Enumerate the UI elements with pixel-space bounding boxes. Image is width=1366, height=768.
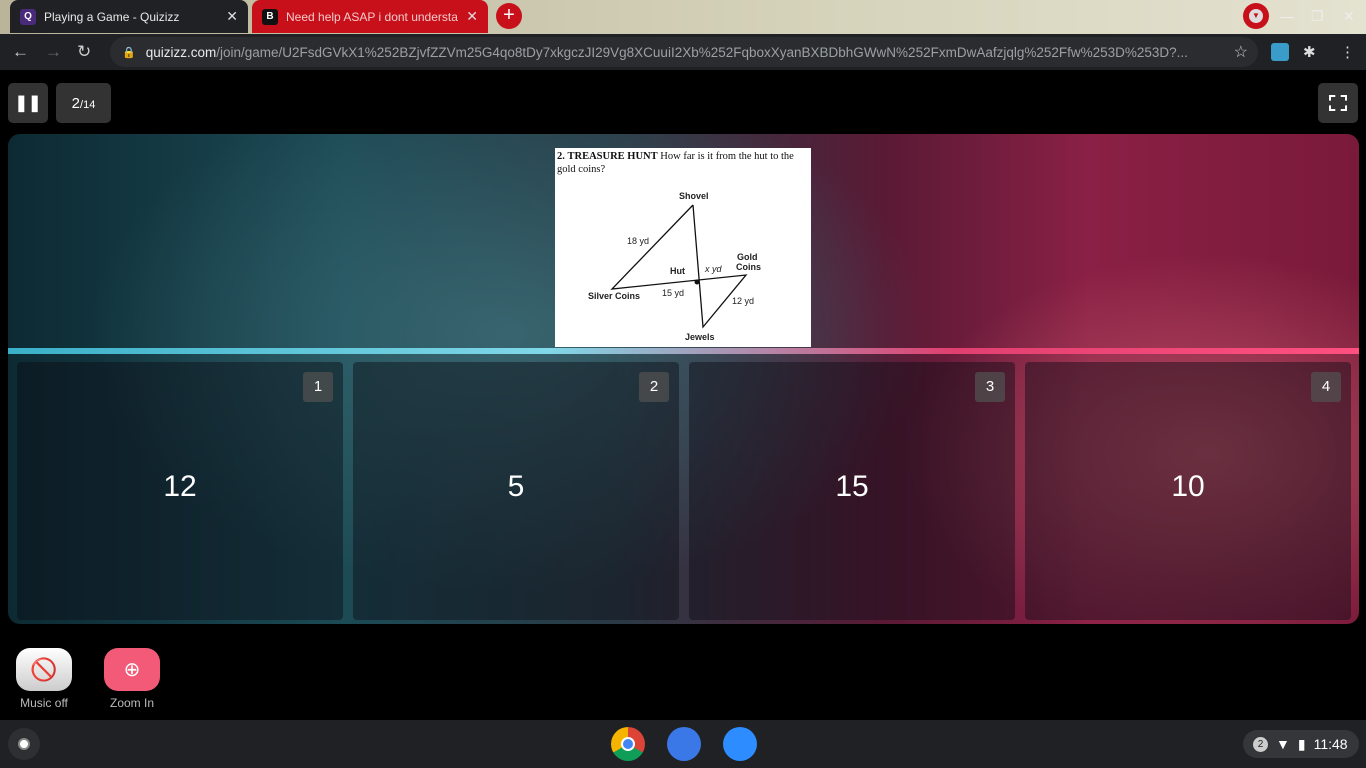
url-path: /join/game/U2FsdGVkX1%252BZjvfZZVm25G4qo… bbox=[216, 44, 1188, 60]
tab-quizizz[interactable]: Q Playing a Game - Quizizz ✕ bbox=[10, 0, 248, 33]
files-app-icon[interactable] bbox=[667, 727, 701, 761]
lock-icon: 🔒 bbox=[122, 46, 136, 59]
os-shelf: 2 ▼ ▮ 11:48 bbox=[0, 720, 1366, 768]
reload-icon[interactable]: ↻ bbox=[77, 42, 91, 62]
question-image[interactable]: 2. TREASURE HUNT How far is it from the … bbox=[555, 148, 811, 347]
progress-current: 2 bbox=[71, 94, 81, 112]
url-host: quizizz.com bbox=[145, 44, 217, 60]
launcher-icon bbox=[18, 738, 30, 750]
chrome-app-icon[interactable] bbox=[611, 727, 645, 761]
wifi-icon: ▼ bbox=[1276, 736, 1290, 752]
pause-button[interactable]: ❚❚ bbox=[8, 83, 48, 123]
music-toggle-button[interactable]: 🚫 bbox=[16, 648, 72, 691]
zoom-app-icon[interactable] bbox=[723, 727, 757, 761]
quiz-game: ❚❚ 2/14 2. TREASURE HUNT How far is it f… bbox=[0, 70, 1366, 720]
browser-toolbar: ← → ↻ 🔒 quizizz.com/join/game/U2FsdGVkX1… bbox=[0, 34, 1366, 70]
option-value: 15 bbox=[835, 470, 869, 503]
launcher-button[interactable] bbox=[8, 728, 40, 760]
question-progress: 2/14 bbox=[56, 83, 111, 123]
option-index: 4 bbox=[1311, 372, 1341, 402]
new-tab-button[interactable]: + bbox=[496, 3, 522, 29]
fullscreen-button[interactable] bbox=[1318, 83, 1358, 123]
back-icon[interactable]: ← bbox=[12, 42, 29, 62]
tab-title: Playing a Game - Quizizz bbox=[44, 9, 180, 24]
status-tray[interactable]: 2 ▼ ▮ 11:48 bbox=[1243, 730, 1359, 758]
option-index: 3 bbox=[975, 372, 1005, 402]
brainly-favicon-icon: B bbox=[262, 8, 278, 25]
notification-count: 2 bbox=[1253, 736, 1268, 752]
tab-brainly[interactable]: B Need help ASAP i dont understa ✕ bbox=[252, 0, 488, 33]
tab-strip: Q Playing a Game - Quizizz ✕ B Need help… bbox=[0, 0, 1366, 34]
extensions-puzzle-icon[interactable]: ✱ bbox=[1303, 43, 1321, 61]
close-tab-icon[interactable]: ✕ bbox=[466, 8, 478, 25]
option-value: 5 bbox=[507, 470, 525, 503]
menu-kebab-icon[interactable]: ⋮ bbox=[1340, 43, 1358, 61]
option-index: 2 bbox=[639, 372, 669, 402]
answer-option-4[interactable]: 4 10 bbox=[1025, 362, 1351, 620]
chevron-down-icon: ▼ bbox=[1249, 9, 1263, 23]
label-hut: Hut bbox=[670, 266, 685, 276]
cloud-extension-icon[interactable] bbox=[1271, 43, 1289, 61]
triangle-diagram: Shovel Silver Coins Hut Gold Coins Jewel… bbox=[588, 191, 761, 342]
battery-icon: ▮ bbox=[1297, 735, 1306, 752]
music-off-icon: 🚫 bbox=[30, 656, 58, 682]
clock: 11:48 bbox=[1313, 736, 1348, 752]
bookmark-star-icon[interactable]: ☆ bbox=[1234, 42, 1248, 62]
label-gold: Gold bbox=[737, 252, 758, 262]
label-jewels: Jewels bbox=[685, 332, 715, 342]
pause-icon: ❚❚ bbox=[14, 95, 42, 112]
address-bar[interactable]: 🔒 quizizz.com/join/game/U2FsdGVkX1%252BZ… bbox=[110, 37, 1258, 67]
label-xyd: x yd bbox=[704, 264, 723, 274]
tab-title: Need help ASAP i dont understa bbox=[286, 9, 458, 24]
question-stage: 2. TREASURE HUNT How far is it from the … bbox=[8, 134, 1359, 624]
minimize-button[interactable]: — bbox=[1280, 8, 1294, 24]
fullscreen-icon bbox=[1329, 95, 1347, 111]
maximize-button[interactable]: ❐ bbox=[1311, 8, 1324, 25]
close-window-button[interactable]: ✕ bbox=[1343, 8, 1355, 25]
answer-option-3[interactable]: 3 15 bbox=[689, 362, 1015, 620]
label-coins: Coins bbox=[736, 262, 761, 272]
progress-total: /14 bbox=[80, 98, 96, 111]
zoom-in-icon: ⊕ bbox=[123, 659, 141, 681]
answer-option-2[interactable]: 25 bbox=[353, 362, 679, 620]
music-label: Music off bbox=[20, 696, 68, 710]
label-12yd: 12 yd bbox=[732, 296, 754, 306]
answer-option-1[interactable]: 1 12 bbox=[17, 362, 343, 620]
forward-icon[interactable]: → bbox=[45, 42, 62, 62]
label-18yd: 18 yd bbox=[627, 236, 649, 246]
profile-button[interactable]: ▼ bbox=[1243, 3, 1269, 29]
divider bbox=[8, 348, 1359, 354]
label-15yd: 15 yd bbox=[662, 288, 684, 298]
zoom-label: Zoom In bbox=[109, 696, 154, 710]
close-tab-icon[interactable]: ✕ bbox=[226, 8, 238, 25]
label-silver: Silver Coins bbox=[588, 291, 640, 301]
option-index: 1 bbox=[303, 372, 333, 402]
label-shovel: Shovel bbox=[679, 191, 709, 201]
quizizz-favicon-icon: Q bbox=[20, 8, 36, 25]
option-value: 12 bbox=[163, 470, 197, 503]
option-value: 10 bbox=[1171, 470, 1205, 503]
zoom-in-button[interactable]: ⊕ bbox=[104, 648, 160, 691]
